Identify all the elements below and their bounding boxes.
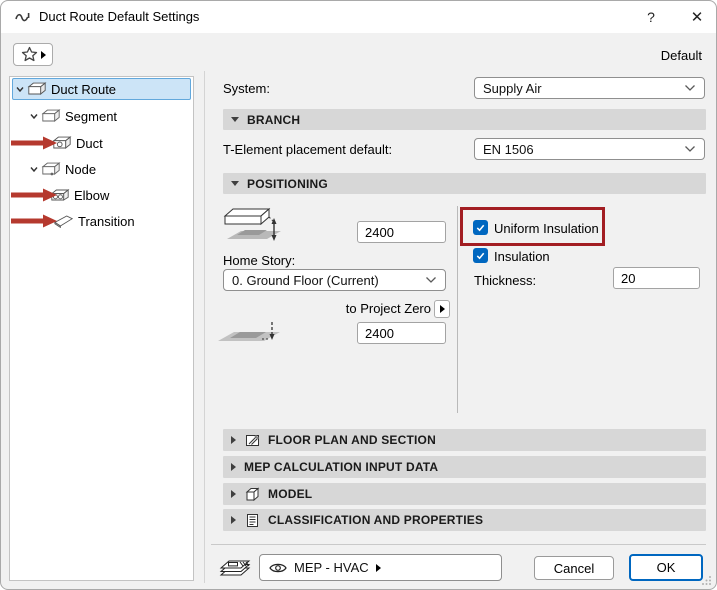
expand-triangle-icon bbox=[231, 516, 236, 524]
panel-divider bbox=[204, 71, 205, 583]
system-dropdown-value: Supply Air bbox=[483, 80, 542, 96]
thickness-input[interactable] bbox=[613, 267, 700, 289]
tree-item-label: Duct bbox=[76, 135, 103, 151]
layer-name: MEP - HVAC bbox=[294, 560, 369, 575]
home-story-dropdown[interactable]: 0. Ground Floor (Current) bbox=[223, 269, 446, 291]
project-zero-plane-icon bbox=[218, 322, 280, 341]
help-button[interactable]: ? bbox=[636, 5, 666, 29]
element-tree-panel: Duct Route Segment Duct Node Elbow Trans… bbox=[9, 76, 194, 581]
duct-route-app-icon bbox=[15, 13, 30, 22]
section-title: BRANCH bbox=[247, 112, 301, 127]
home-story-dropdown-value: 0. Ground Floor (Current) bbox=[232, 272, 379, 288]
annotation-arrow-duct bbox=[11, 136, 57, 150]
t-element-dropdown-value: EN 1506 bbox=[483, 141, 534, 157]
chevron-down-icon bbox=[685, 85, 695, 91]
expand-triangle-icon bbox=[231, 490, 236, 498]
favorites-button[interactable] bbox=[13, 43, 53, 66]
tree-item-label: Node bbox=[65, 161, 97, 177]
elevation-above-story-icon bbox=[223, 207, 281, 241]
tree-item-label: Transition bbox=[78, 213, 135, 229]
section-header-branch[interactable]: BRANCH bbox=[223, 109, 706, 130]
collapse-triangle-icon bbox=[231, 181, 239, 186]
t-element-dropdown[interactable]: EN 1506 bbox=[474, 138, 705, 160]
segment-icon bbox=[41, 109, 61, 122]
layer-flyout-arrow-icon bbox=[375, 563, 381, 572]
tree-item-duct-route[interactable]: Duct Route bbox=[12, 78, 191, 100]
elevation-top-input[interactable] bbox=[357, 221, 446, 243]
default-state-label: Default bbox=[660, 48, 702, 63]
uniform-insulation-checkbox[interactable] bbox=[473, 220, 488, 235]
section-title: POSITIONING bbox=[247, 176, 328, 191]
title-bar: Duct Route Default Settings ? ✕ bbox=[1, 1, 716, 33]
collapse-triangle-icon bbox=[231, 117, 239, 122]
t-element-label: T-Element placement default: bbox=[223, 142, 393, 157]
expand-triangle-icon bbox=[231, 463, 236, 471]
insulation-label: Insulation bbox=[494, 249, 550, 264]
window-title: Duct Route Default Settings bbox=[39, 9, 200, 24]
system-label: System: bbox=[223, 81, 270, 96]
chevron-down-icon[interactable] bbox=[27, 111, 41, 121]
to-project-zero-label: to Project Zero bbox=[345, 301, 431, 316]
tree-item-segment[interactable]: Segment bbox=[12, 105, 191, 127]
flyout-arrow-icon bbox=[439, 305, 445, 313]
star-icon bbox=[21, 46, 37, 62]
section-header-model[interactable]: MODEL bbox=[223, 483, 706, 505]
project-zero-flyout-button[interactable] bbox=[434, 300, 450, 318]
uniform-insulation-label: Uniform Insulation bbox=[494, 221, 599, 236]
section-header-classification[interactable]: CLASSIFICATION AND PROPERTIES bbox=[223, 509, 706, 531]
duct-route-default-settings-dialog: Duct Route Default Settings ? ✕ Default … bbox=[0, 0, 717, 590]
tree-item-label: Segment bbox=[65, 108, 118, 124]
thickness-label: Thickness: bbox=[474, 273, 537, 288]
chevron-down-icon[interactable] bbox=[27, 164, 41, 174]
duct-route-icon bbox=[27, 82, 47, 95]
section-title: MODEL bbox=[268, 487, 313, 501]
section-title: MEP CALCULATION INPUT DATA bbox=[244, 460, 439, 474]
eye-icon bbox=[269, 563, 287, 572]
expand-triangle-icon bbox=[231, 436, 236, 444]
system-dropdown[interactable]: Supply Air bbox=[474, 77, 705, 99]
check-icon bbox=[476, 224, 485, 232]
section-header-floor-plan[interactable]: FLOOR PLAN AND SECTION bbox=[223, 429, 706, 451]
node-icon bbox=[41, 162, 61, 176]
home-story-label: Home Story: bbox=[223, 253, 296, 268]
footer-divider bbox=[211, 544, 706, 545]
section-header-positioning[interactable]: POSITIONING bbox=[223, 173, 706, 194]
annotation-arrow-transition bbox=[11, 214, 57, 228]
tree-item-label: Duct Route bbox=[51, 81, 117, 97]
section-title: CLASSIFICATION AND PROPERTIES bbox=[268, 513, 484, 527]
positioning-column-divider bbox=[457, 206, 458, 413]
floor-plan-icon bbox=[246, 434, 259, 446]
annotation-arrow-elbow bbox=[11, 188, 57, 202]
favorites-flyout-arrow-icon bbox=[40, 50, 46, 59]
chevron-down-icon bbox=[685, 146, 695, 152]
cancel-button[interactable]: Cancel bbox=[534, 556, 614, 580]
section-header-mep-calculation[interactable]: MEP CALCULATION INPUT DATA bbox=[223, 456, 706, 478]
chevron-down-icon[interactable] bbox=[13, 84, 27, 94]
check-icon bbox=[476, 252, 485, 260]
tree-item-label: Elbow bbox=[74, 187, 110, 203]
layer-selector[interactable]: MEP - HVAC bbox=[259, 554, 502, 581]
close-button[interactable]: ✕ bbox=[682, 5, 712, 29]
layers-icon bbox=[219, 560, 251, 576]
tree-item-node[interactable]: Node bbox=[12, 158, 191, 180]
chevron-down-icon bbox=[426, 277, 436, 283]
resize-grip[interactable] bbox=[702, 575, 712, 585]
section-title: FLOOR PLAN AND SECTION bbox=[268, 433, 436, 447]
insulation-checkbox[interactable] bbox=[473, 248, 488, 263]
elevation-bottom-input[interactable] bbox=[357, 322, 446, 344]
classification-icon bbox=[247, 513, 258, 527]
ok-button[interactable]: OK bbox=[629, 554, 703, 581]
model-icon bbox=[245, 486, 260, 501]
